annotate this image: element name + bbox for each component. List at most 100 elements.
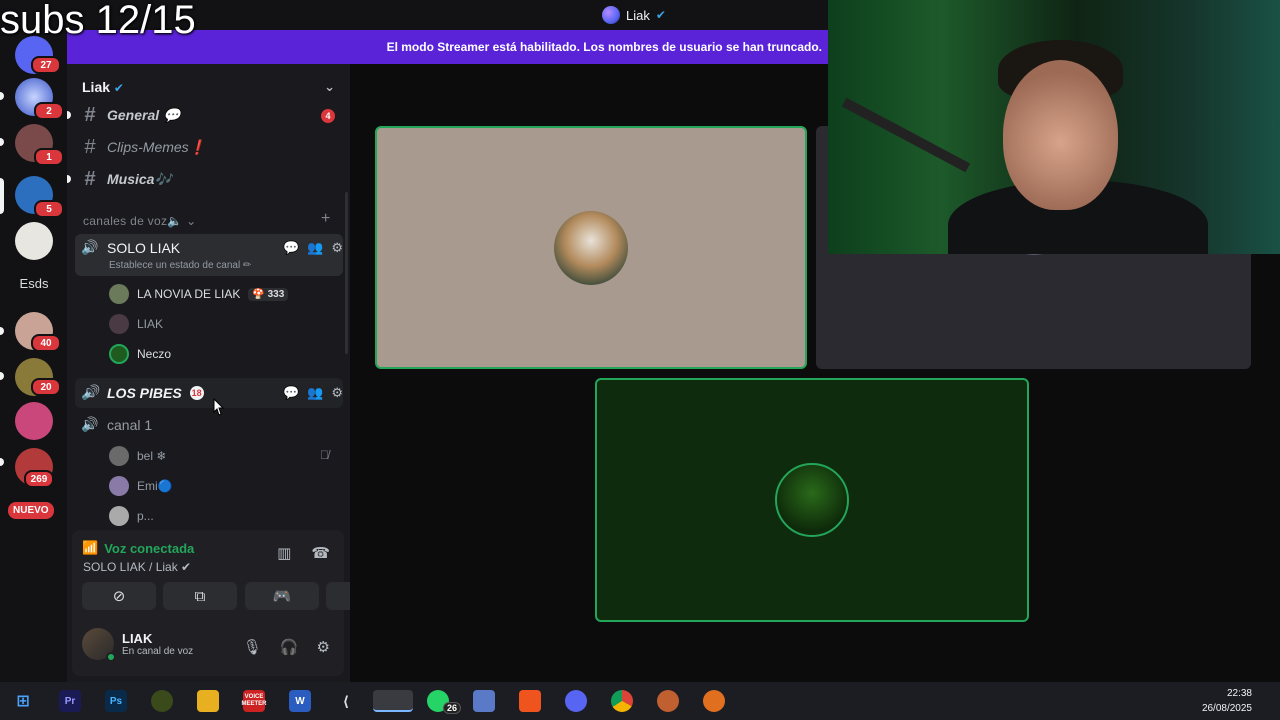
whatsapp-icon[interactable]: 26 xyxy=(427,690,462,714)
voice-location[interactable]: SOLO LIAK / Liak ✔ xyxy=(83,560,191,574)
headphones-icon[interactable]: 🎧 xyxy=(280,638,299,656)
voice-channel-canal-1[interactable]: 🔊 canal 1 xyxy=(81,416,152,433)
hash-icon: # xyxy=(84,136,96,158)
photoshop-icon[interactable]: Ps xyxy=(105,690,127,712)
unread-indicator xyxy=(0,458,4,466)
chevron-down-icon[interactable]: ⌄ xyxy=(324,79,335,95)
server-badge-5: 40 xyxy=(31,334,61,352)
screen-share-button[interactable]: ⧉ xyxy=(163,582,237,610)
chat-icon[interactable]: 💬 xyxy=(283,240,299,256)
home-unread-badge: 27 xyxy=(31,56,61,74)
voice-connected-status[interactable]: 📶 Voz conectada xyxy=(82,540,194,556)
server-icon-7[interactable] xyxy=(15,402,53,440)
member-tag: 🍄 333 xyxy=(248,287,289,301)
avatar xyxy=(82,628,116,662)
microphone-icon[interactable]: 🎙 xyxy=(243,638,262,656)
participant-tile[interactable] xyxy=(375,126,807,369)
app-icon[interactable] xyxy=(151,690,173,712)
noise-suppression-icon[interactable]: ▥ xyxy=(277,544,291,562)
deafened-icon: 🎙̸ xyxy=(320,448,329,462)
system-clock[interactable]: 22:38 26/08/2025 xyxy=(1202,686,1252,716)
server-esds[interactable]: Esds xyxy=(15,276,53,291)
channel-status[interactable]: Establece un estado de canal ✏ xyxy=(109,260,251,271)
screen: subs 12/15 Liak ✔ El modo Streamer está … xyxy=(0,0,1280,720)
user-name: LIAK xyxy=(122,631,153,646)
window-title: Liak ✔ xyxy=(602,6,666,24)
avatar xyxy=(109,476,129,496)
server-icon xyxy=(602,6,620,24)
disconnect-icon[interactable]: ☎ xyxy=(311,544,330,562)
voice-channel-solo-liak[interactable]: 🔊 SOLO LIAK xyxy=(81,239,180,256)
gear-icon[interactable]: ⚙ xyxy=(331,240,343,256)
gear-icon[interactable]: ⚙ xyxy=(331,385,343,401)
chat-icon[interactable]: 💬 xyxy=(283,385,299,401)
member-name: Neczo xyxy=(137,347,172,361)
brave-icon[interactable] xyxy=(519,690,541,712)
unread-indicator xyxy=(0,92,4,100)
scrollbar[interactable] xyxy=(345,192,348,354)
camera-toggle-button[interactable]: ⊘ xyxy=(82,582,156,610)
selected-indicator xyxy=(0,178,4,214)
avatar xyxy=(109,284,129,304)
server-rail: 27 2 1 5 Esds 40 20 269 NUEVO xyxy=(0,30,67,682)
invite-icon[interactable]: 👥 xyxy=(307,385,323,401)
channel-label: General 💬 xyxy=(107,107,181,123)
app-icon[interactable] xyxy=(657,690,679,712)
voice-panel: 📶 Voz conectada SOLO LIAK / Liak ✔ ▥ ☎ ⊘… xyxy=(72,530,400,676)
server-badge-2: 1 xyxy=(34,148,64,166)
server-badge-8: 269 xyxy=(24,470,54,488)
user-area[interactable]: LIAK En canal de voz xyxy=(82,628,194,662)
webcam-overlay xyxy=(828,0,1280,254)
voice-channel-label: LOS PIBES xyxy=(107,384,182,401)
streamer-face xyxy=(1003,60,1118,210)
channel-clips-memes[interactable]: # Clips-Memes❗ xyxy=(81,136,206,159)
speaker-icon: 🔊 xyxy=(81,384,99,400)
active-app-icon[interactable] xyxy=(373,690,413,712)
app-icon[interactable] xyxy=(473,690,495,712)
channel-label: Musica🎶 xyxy=(107,171,172,187)
user-controls: 🎙 🎧 ⚙ xyxy=(243,638,330,656)
voice-member[interactable]: Neczo xyxy=(109,344,171,364)
unread-indicator xyxy=(0,138,4,146)
windows-start-icon[interactable]: ⊞ xyxy=(12,690,34,712)
participant-tile[interactable] xyxy=(595,378,1029,622)
member-name: bel ❄ xyxy=(137,449,167,463)
user-status: En canal de voz xyxy=(122,646,194,657)
gear-icon[interactable]: ⚙ xyxy=(317,638,330,656)
voice-channel-actions: 💬 👥 ⚙ xyxy=(283,240,343,256)
add-channel-icon[interactable]: + xyxy=(321,210,330,228)
voicemeeter-icon[interactable]: VOICE MEETER xyxy=(242,690,267,712)
server-badge-6: 20 xyxy=(31,378,61,396)
voice-member[interactable]: bel ❄ xyxy=(109,446,166,466)
clock-time: 22:38 xyxy=(1226,688,1252,699)
speaker-icon: 🔊 xyxy=(81,239,99,255)
voice-channel-label: SOLO LIAK xyxy=(107,239,181,256)
invite-icon[interactable]: 👥 xyxy=(307,240,323,256)
avatar xyxy=(109,446,129,466)
server-badge-1: 2 xyxy=(34,102,64,120)
file-explorer-icon[interactable] xyxy=(197,690,219,712)
channel-general[interactable]: # General 💬 xyxy=(81,104,180,127)
server-badge-3: 5 xyxy=(34,200,64,218)
server-icon-4[interactable] xyxy=(15,222,53,260)
voice-channel-label: canal 1 xyxy=(107,416,153,433)
chrome-icon[interactable] xyxy=(611,690,633,712)
hash-icon: # xyxy=(84,168,96,190)
participant-avatar xyxy=(554,210,628,285)
streamer-mode-text: El modo Streamer está habilitado. Los no… xyxy=(386,40,822,54)
activity-button[interactable]: 🎮 xyxy=(245,582,319,610)
voice-channel-los-pibes[interactable]: 🔊 LOS PIBES 18 xyxy=(81,384,204,401)
fl-studio-icon[interactable] xyxy=(703,690,725,712)
voice-member[interactable]: p... xyxy=(109,506,154,526)
discord-icon[interactable] xyxy=(565,690,587,712)
word-icon[interactable]: W xyxy=(289,690,311,712)
voice-member[interactable]: Emi🔵 xyxy=(109,476,173,496)
channel-musica[interactable]: # Musica🎶 xyxy=(81,168,172,191)
category-voice-channels[interactable]: canales de voz🔈 ⌄ xyxy=(83,214,196,228)
app-icon[interactable]: ⟨ xyxy=(335,690,357,712)
voice-member[interactable]: LA NOVIA DE LIAK 🍄 333 xyxy=(109,284,289,304)
mention-badge: 4 xyxy=(321,109,335,123)
voice-member[interactable]: LIAK xyxy=(109,314,163,334)
unread-indicator xyxy=(67,111,71,119)
premiere-icon[interactable]: Pr xyxy=(59,690,81,712)
